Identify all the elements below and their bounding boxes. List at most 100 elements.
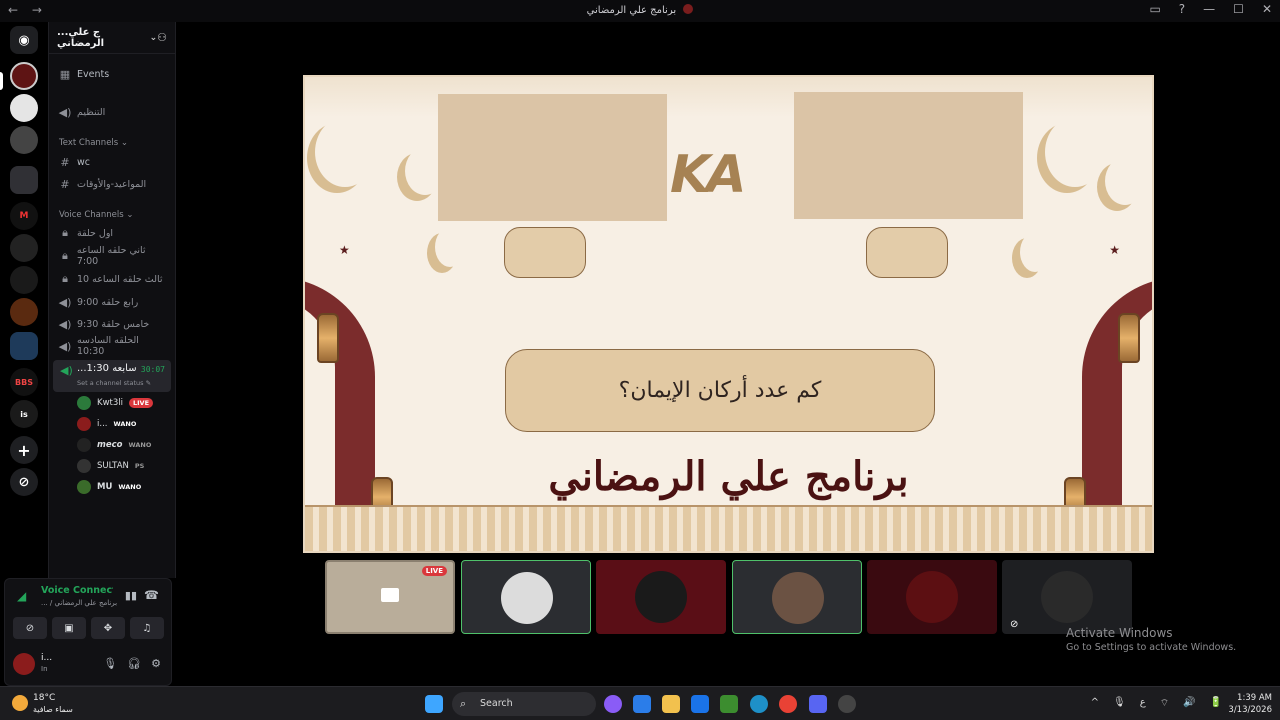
voice-member[interactable]: SULTAN PS	[77, 457, 144, 475]
server-header[interactable]: ...ج علي الرمضاني ⌄ ⚇	[49, 22, 175, 54]
disconnect-icon[interactable]: ☎	[144, 588, 159, 602]
avatar	[501, 572, 553, 624]
server-icon-5[interactable]	[10, 234, 38, 262]
voice-channel-path[interactable]: ... / برنامج علي الرمضاني	[41, 599, 117, 607]
avatar	[1041, 571, 1093, 623]
clan-tag: PS	[134, 462, 145, 470]
voice-member[interactable]: meco WANO	[77, 436, 151, 454]
avatar	[77, 396, 91, 410]
app-icon-2[interactable]	[838, 695, 856, 713]
clock[interactable]: 1:39 AM 3/13/2026	[1228, 692, 1272, 716]
voice-channel-4[interactable]: ◀) رابع حلقه 9:00	[57, 292, 169, 312]
participant-tile[interactable]: ⊘	[1002, 560, 1132, 634]
voice-channel-5[interactable]: ◀) خامس حلقة 9:30	[57, 314, 169, 334]
minecraft-icon[interactable]	[720, 695, 738, 713]
crescent-moon-icon	[315, 117, 375, 187]
server-icon-9[interactable]: is	[10, 400, 38, 428]
server-icon-6[interactable]	[10, 266, 38, 294]
tray-overflow-icon[interactable]: ^	[1091, 697, 1099, 710]
camera-off-icon: ⊘	[25, 622, 35, 634]
microphone-icon[interactable]: 🎙︎	[103, 657, 117, 670]
voice-channel-top[interactable]: ◀) التنظيم	[57, 102, 169, 122]
channel-sidebar: ...ج علي الرمضاني ⌄ ⚇ ▦ Events ◀) التنظي…	[48, 22, 176, 578]
chevron-down-icon[interactable]: ⌄	[150, 33, 158, 43]
text-channel-wc[interactable]: # wc	[57, 152, 169, 172]
discord-icon[interactable]	[809, 695, 827, 713]
file-explorer-icon[interactable]	[662, 695, 680, 713]
explore-icon[interactable]: ⊘	[10, 468, 38, 496]
signal-icon[interactable]: ◢	[17, 589, 26, 603]
voice-channel-2[interactable]: 🔒︎ ثاني حلقه الساعه 7:00	[57, 245, 169, 267]
headphones-icon[interactable]: 🎧︎	[127, 657, 141, 670]
edge-icon[interactable]	[750, 695, 768, 713]
user-panel[interactable]: i... In 🎙︎ 🎧︎ ⚙	[11, 651, 167, 679]
volume-icon[interactable]: 🔊	[1183, 697, 1195, 710]
settings-gear-icon[interactable]: ⚙	[151, 657, 161, 670]
voice-channel-6[interactable]: ◀) الحلقه السادسه 10:30	[57, 335, 169, 357]
chrome-icon[interactable]	[779, 695, 797, 713]
voice-status[interactable]: Voice Connected	[41, 585, 113, 596]
question-text: كم عدد أركان الإيمان؟	[618, 378, 822, 403]
voice-channels-category[interactable]: Voice Channels ⌄	[59, 210, 133, 220]
server-icon-3[interactable]	[10, 126, 38, 154]
channel-status-prompt[interactable]: Set a channel status ✎	[77, 379, 151, 387]
server-icon-4[interactable]: M	[10, 202, 38, 230]
voice-channel-1[interactable]: 🔒︎ اول حلقة	[57, 223, 169, 243]
camera-off-button[interactable]: ⊘	[13, 617, 47, 639]
search-bar[interactable]: ⌕ Search	[452, 692, 596, 716]
text-channels-category[interactable]: Text Channels ⌄	[59, 138, 128, 148]
clock-date: 3/13/2026	[1228, 705, 1272, 715]
slide-background	[305, 77, 1152, 117]
speaker-icon: ◀)	[60, 364, 73, 377]
speaker-icon: ◀)	[58, 295, 72, 309]
member-name: SULTAN	[97, 461, 129, 471]
invite-people-icon[interactable]: ⚇	[157, 31, 167, 44]
participant-tile[interactable]	[732, 560, 862, 634]
windows-start-icon[interactable]	[425, 695, 443, 713]
text-channel-schedule[interactable]: # المواعيد-والأوقات	[57, 174, 169, 194]
events-item[interactable]: ▦ Events	[57, 64, 169, 84]
speaker-icon: ◀)	[58, 317, 72, 331]
voice-member[interactable]: i... WANO	[77, 415, 136, 433]
wifi-icon[interactable]: ⌔	[1160, 697, 1169, 710]
server-icon-8[interactable]: BBS	[10, 368, 38, 396]
user-name: i...	[41, 653, 53, 663]
stream-tile[interactable]: LIVE	[325, 560, 455, 634]
server-icon-1[interactable]	[10, 62, 38, 90]
activities-button[interactable]: ✥	[91, 617, 125, 639]
help-icon[interactable]: ?	[1179, 2, 1185, 16]
stream-video[interactable]: KA ★ ★ كم عدد أركان الإيمان؟ برنامج علي …	[303, 75, 1154, 553]
maximize-button[interactable]: ☐	[1233, 2, 1244, 16]
microphone-icon[interactable]: 🎙	[1113, 697, 1126, 710]
defender-icon[interactable]	[633, 695, 651, 713]
participant-tile[interactable]	[461, 560, 591, 634]
active-voice-channel[interactable]: ◀) ...سابعه 1:30 30:07 Set a channel sta…	[53, 360, 171, 392]
hashtag-icon: #	[60, 155, 70, 169]
soundboard-button[interactable]: ♫	[130, 617, 164, 639]
redacted-box	[438, 94, 667, 221]
voice-channel-3[interactable]: 🔒︎ ثالث حلقه الساعه 10	[57, 269, 169, 289]
noise-suppression-icon[interactable]: ▮▮	[125, 589, 137, 602]
channel-name: المواعيد-والأوقات	[77, 178, 147, 190]
discord-home-icon[interactable]: ◉	[10, 26, 38, 54]
server-icon-2[interactable]	[10, 94, 38, 122]
server-folder-icon[interactable]	[10, 166, 38, 194]
participant-tile[interactable]	[867, 560, 997, 634]
participant-tile[interactable]	[596, 560, 726, 634]
close-button[interactable]: ✕	[1262, 2, 1272, 16]
question-box: كم عدد أركان الإيمان؟	[505, 349, 935, 432]
inbox-icon[interactable]: ▭	[1149, 2, 1160, 16]
member-name: MU	[97, 482, 113, 492]
server-icon-7[interactable]	[10, 298, 38, 326]
server-folder-icon-2[interactable]	[10, 332, 38, 360]
voice-member[interactable]: MU WANO	[77, 478, 141, 496]
battery-icon[interactable]: 🔋	[1210, 697, 1222, 710]
avatar	[772, 572, 824, 624]
language-indicator[interactable]: ع	[1140, 697, 1146, 710]
share-screen-button[interactable]: ▣	[52, 617, 86, 639]
copilot-icon[interactable]	[604, 695, 622, 713]
voice-member[interactable]: Kwt3li LIVE	[77, 394, 154, 412]
app-icon[interactable]	[691, 695, 709, 713]
add-server-icon[interactable]: +	[10, 436, 38, 464]
minimize-button[interactable]: —	[1203, 2, 1215, 16]
